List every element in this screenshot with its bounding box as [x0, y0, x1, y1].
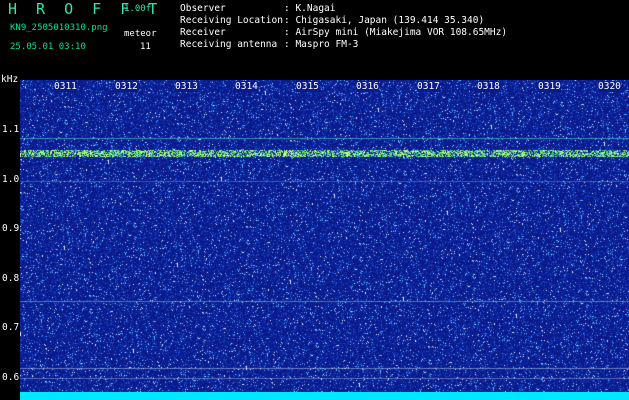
- meteor-label: meteor: [124, 29, 157, 39]
- spectrogram-plot: 0311 0312 0313 0314 0315 0316 0317 0318 …: [20, 80, 629, 392]
- header-panel: H R O F F T 1.00f KN9_2505010310.png 25.…: [0, 0, 629, 72]
- y-tick-label: 0.7: [2, 322, 20, 333]
- location-value: : Chigasaki, Japan (139.414 35.340): [284, 15, 485, 26]
- time-label: 0314: [235, 81, 258, 92]
- spectrogram-image: [20, 80, 629, 392]
- location-key: Receiving Location: [180, 15, 283, 26]
- time-label: 0320: [598, 81, 621, 92]
- baseline-bar: [20, 392, 629, 400]
- time-label: 0313: [175, 81, 198, 92]
- meteor-count: 11: [140, 42, 151, 52]
- observer-key: Observer: [180, 3, 226, 14]
- filename-label: KN9_2505010310.png: [10, 23, 108, 33]
- time-label: 0318: [477, 81, 500, 92]
- y-tick-label: 0.6: [2, 372, 20, 383]
- y-tick-label: 0.9: [2, 223, 20, 234]
- antenna-value: : Maspro FM-3: [284, 39, 359, 50]
- datetime-label: 25.05.01 03:10: [10, 42, 86, 52]
- y-tick-label: 0.8: [2, 273, 20, 284]
- y-axis-unit-label: kHz: [1, 74, 19, 85]
- receiver-value: : AirSpy mini (Miakejima VOR 108.65MHz): [284, 27, 508, 38]
- time-label: 0319: [538, 81, 561, 92]
- antenna-key: Receiving antenna: [180, 39, 278, 50]
- time-label: 0317: [417, 81, 440, 92]
- time-label: 0312: [115, 81, 138, 92]
- receiver-key: Receiver: [180, 27, 226, 38]
- version-label: 1.00f: [124, 4, 152, 14]
- time-label: 0315: [296, 81, 319, 92]
- y-tick-label: 1.0: [2, 174, 20, 185]
- time-label: 0316: [356, 81, 379, 92]
- observer-value: : K.Nagai: [284, 3, 336, 14]
- y-tick-label: 1.1: [2, 124, 20, 135]
- time-label: 0311: [54, 81, 77, 92]
